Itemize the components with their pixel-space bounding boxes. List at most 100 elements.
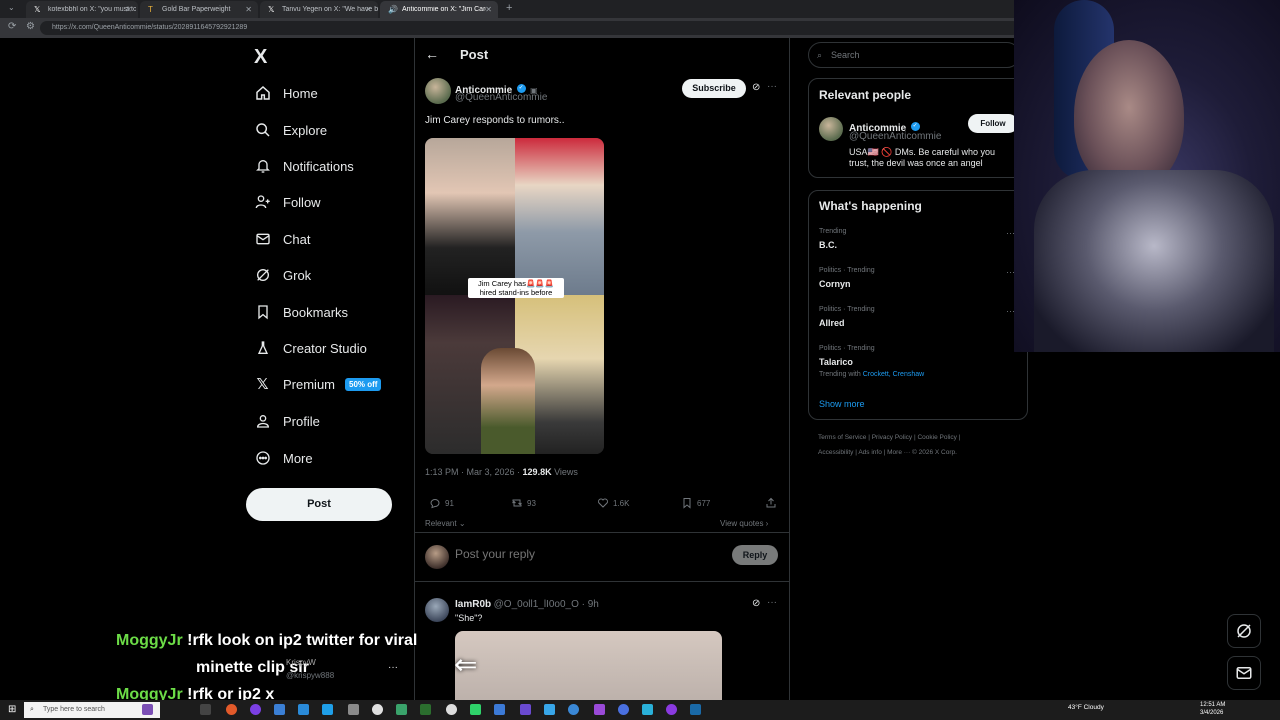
x-logo[interactable]: X [254, 46, 267, 69]
windows-start-icon[interactable]: ⊞ [8, 704, 16, 715]
sidebar-item-premium[interactable]: 𝕏 Premium 50% off [254, 372, 382, 396]
tab-list-icon[interactable]: ⌄ [8, 3, 15, 12]
reply-button[interactable]: Reply [732, 545, 778, 565]
close-tab-icon[interactable]: ✕ [245, 5, 252, 14]
trend-item[interactable]: Allred [819, 318, 845, 328]
browser-app-icon[interactable] [568, 704, 579, 715]
reply-composer: Reply [415, 532, 789, 582]
messages-button[interactable] [1227, 656, 1261, 690]
sidebar-item-notifications[interactable]: Notifications [254, 154, 354, 178]
sidebar-item-grok[interactable]: Grok [254, 263, 311, 287]
browser-tab-active[interactable]: 🔊 Anticommie on X: "Jim Carey ✕ [380, 1, 498, 18]
site-info-icon[interactable]: ⚙ [26, 21, 35, 32]
app-icon[interactable] [274, 704, 285, 715]
app-icon[interactable] [618, 704, 629, 715]
browser-tab[interactable]: 𝕏Tanvu Yegen on X: "We have been✕ [260, 1, 378, 18]
more-icon[interactable]: ··· [388, 662, 398, 673]
back-arrow-icon[interactable]: ← [425, 46, 439, 62]
grok-button[interactable] [1227, 614, 1261, 648]
weather-status[interactable]: 43°F Cloudy [1068, 704, 1104, 711]
post-button[interactable]: Post [246, 488, 392, 521]
reply-author[interactable]: IamR0b @O_0oll1_lI0o0_O · 9h [455, 599, 599, 610]
reply-icon [430, 499, 440, 509]
search-input[interactable]: ⌕ Search [808, 42, 1020, 68]
browser-tab[interactable]: 𝕏kotexbbhl on X: "you must to go li✕ [26, 1, 138, 18]
clock-time[interactable]: 12:51 AM [1200, 702, 1225, 708]
clock-date[interactable]: 3/4/2026 [1200, 710, 1223, 716]
avatar[interactable] [819, 117, 843, 141]
app-icon[interactable] [298, 704, 309, 715]
close-tab-icon[interactable]: ✕ [125, 5, 132, 14]
view-quotes-link[interactable]: View quotes › [720, 519, 768, 528]
reply-sort-dropdown[interactable]: Relevant ⌄ [425, 519, 466, 528]
app-icon[interactable] [666, 704, 677, 715]
reply-action[interactable]: 91 [429, 497, 454, 509]
sidebar-item-profile[interactable]: Profile [254, 409, 320, 433]
reload-icon[interactable]: ⟳ [8, 21, 16, 32]
reply-media[interactable] [455, 631, 722, 700]
trend-item[interactable]: Cornyn [819, 279, 851, 289]
url-input[interactable]: https://x.com/QueenAnticommie/status/202… [40, 21, 1020, 35]
sidebar-item-home[interactable]: Home [254, 81, 318, 105]
trend-item[interactable]: B.C. [819, 240, 837, 250]
app-icon[interactable] [200, 704, 211, 715]
avatar[interactable] [425, 78, 451, 104]
sidebar-item-follow[interactable]: Follow [254, 190, 321, 214]
relevant-people-panel: Relevant people Anticommie ✓ @QueenAntic… [808, 78, 1028, 178]
more-icon[interactable]: ··· [767, 81, 777, 92]
trend-related-link[interactable]: Crockett, Crenshaw [863, 371, 924, 378]
x-icon: 𝕏 [256, 376, 269, 393]
sidebar-item-explore[interactable]: Explore [254, 118, 327, 142]
more-icon[interactable]: ··· [767, 597, 777, 608]
app-icon[interactable] [494, 704, 505, 715]
app-icon[interactable] [226, 704, 237, 715]
app-icon[interactable] [446, 704, 457, 715]
app-icon[interactable] [642, 704, 653, 715]
grok-icon[interactable]: ⊘ [752, 82, 760, 93]
like-action[interactable]: 1.6K [597, 497, 629, 509]
tweet-media[interactable]: Jim Carey has🚨🚨🚨 hired stand-ins before [425, 138, 604, 454]
show-more-link[interactable]: Show more [819, 399, 865, 409]
app-icon[interactable] [396, 704, 407, 715]
app-icon[interactable] [594, 704, 605, 715]
app-icon[interactable] [372, 704, 383, 715]
share-action[interactable] [765, 497, 777, 509]
app-icon[interactable] [250, 704, 261, 715]
subscribe-button[interactable]: Subscribe [682, 79, 746, 98]
media-caption: Jim Carey has🚨🚨🚨 hired stand-ins before [468, 278, 564, 298]
sidebar-item-chat[interactable]: Chat [254, 227, 310, 251]
follow-button[interactable]: Follow [968, 114, 1018, 133]
trend-item[interactable]: Talarico [819, 357, 853, 367]
account-switcher-name[interactable]: KrispyW [286, 658, 316, 667]
sidebar-item-more[interactable]: More [254, 446, 313, 470]
search-icon: ⌕ [30, 706, 34, 713]
sidebar-item-bookmarks[interactable]: Bookmarks [254, 300, 348, 324]
app-icon[interactable] [690, 704, 701, 715]
app-icon[interactable] [322, 704, 333, 715]
app-icon[interactable] [520, 704, 531, 715]
app-icon[interactable] [470, 704, 481, 715]
account-switcher-handle[interactable]: @krispyw888 [286, 671, 334, 680]
repost-action[interactable]: 93 [511, 497, 536, 509]
x-logo-icon: 𝕏 [34, 5, 41, 14]
app-icon[interactable] [544, 704, 555, 715]
close-tab-icon[interactable]: ✕ [365, 5, 372, 14]
footer-links[interactable]: Accessibility | Ads info | More ··· © 20… [818, 449, 957, 456]
app-icon[interactable] [142, 704, 153, 715]
tweet-handle[interactable]: @QueenAnticommie [455, 92, 547, 103]
grok-icon[interactable]: ⊘ [752, 598, 760, 609]
app-icon[interactable] [420, 704, 431, 715]
app-icon[interactable] [348, 704, 359, 715]
footer-links[interactable]: Terms of Service | Privacy Policy | Cook… [818, 434, 960, 441]
back-arrow-icon[interactable]: ⇐ [454, 648, 477, 681]
reply-input[interactable] [455, 547, 610, 561]
sidebar-item-creator-studio[interactable]: Creator Studio [254, 336, 367, 360]
bookmark-action[interactable]: 677 [681, 497, 710, 509]
taskbar-search-input[interactable]: ⌕ Type here to search [24, 702, 160, 718]
person-plus-icon [254, 194, 271, 211]
plus-icon[interactable]: + [506, 2, 512, 14]
person-handle[interactable]: @QueenAnticommie [849, 131, 941, 142]
close-tab-icon[interactable]: ✕ [485, 5, 492, 14]
browser-tab[interactable]: T Gold Bar Paperweight ✕ [140, 1, 258, 18]
avatar[interactable] [425, 598, 449, 622]
